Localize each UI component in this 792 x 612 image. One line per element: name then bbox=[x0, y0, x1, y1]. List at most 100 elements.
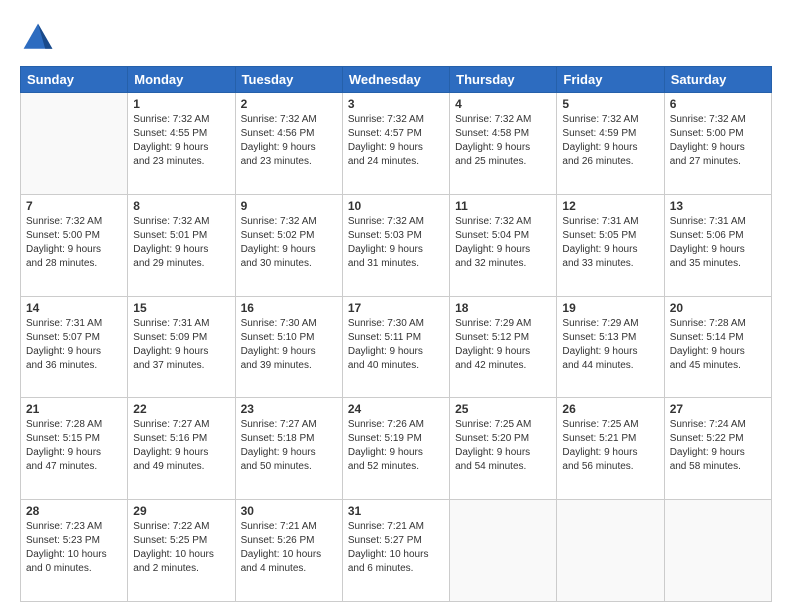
header-day: Wednesday bbox=[342, 67, 449, 93]
cell-content: Sunrise: 7:25 AMSunset: 5:20 PMDaylight:… bbox=[455, 418, 551, 474]
cell-content: Sunrise: 7:28 AMSunset: 5:14 PMDaylight:… bbox=[670, 317, 766, 373]
day-number: 23 bbox=[241, 402, 337, 416]
calendar-cell: 14 Sunrise: 7:31 AMSunset: 5:07 PMDayligh… bbox=[21, 296, 128, 398]
week-row: 1 Sunrise: 7:32 AMSunset: 4:55 PMDaylight… bbox=[21, 93, 772, 195]
cell-content: Sunrise: 7:32 AMSunset: 5:03 PMDaylight:… bbox=[348, 215, 444, 271]
header bbox=[20, 20, 772, 56]
calendar-cell: 3Sunrise: 7:32 AMSunset: 4:57 PMDaylight… bbox=[342, 93, 449, 195]
header-row: SundayMondayTuesdayWednesdayThursdayFrid… bbox=[21, 67, 772, 93]
cell-content: Sunrise: 7:29 AMSunset: 5:12 PMDaylight:… bbox=[455, 317, 551, 373]
day-number: 25 bbox=[455, 402, 551, 416]
calendar-cell: 24 Sunrise: 7:26 AMSunset: 5:19 PMDayligh… bbox=[342, 398, 449, 500]
day-number: 30 bbox=[241, 504, 337, 518]
day-number: 10 bbox=[348, 199, 444, 213]
page: SundayMondayTuesdayWednesdayThursdayFrid… bbox=[0, 0, 792, 612]
day-number: 13 bbox=[670, 199, 766, 213]
cell-content: Sunrise: 7:27 AMSunset: 5:18 PMDaylight:… bbox=[241, 418, 337, 474]
calendar-cell: 9 Sunrise: 7:32 AMSunset: 5:02 PMDaylight… bbox=[235, 194, 342, 296]
calendar-cell: 17Sunrise: 7:30 AMSunset: 5:11 PMDayligh… bbox=[342, 296, 449, 398]
header-day: Sunday bbox=[21, 67, 128, 93]
day-number: 21 bbox=[26, 402, 122, 416]
calendar-cell: 19 Sunrise: 7:29 AMSunset: 5:13 PMDayligh… bbox=[557, 296, 664, 398]
cell-content: Sunrise: 7:25 AMSunset: 5:21 PMDaylight:… bbox=[562, 418, 658, 474]
cell-content: Sunrise: 7:31 AMSunset: 5:09 PMDaylight:… bbox=[133, 317, 229, 373]
day-number: 20 bbox=[670, 301, 766, 315]
day-number: 7 bbox=[26, 199, 122, 213]
cell-content: Sunrise: 7:30 AMSunset: 5:10 PMDaylight:… bbox=[241, 317, 337, 373]
day-number: 2 bbox=[241, 97, 337, 111]
day-number: 6 bbox=[670, 97, 766, 111]
calendar-cell: 11 Sunrise: 7:32 AMSunset: 5:04 PMDayligh… bbox=[450, 194, 557, 296]
cell-content: Sunrise: 7:32 AMSunset: 5:00 PMDaylight:… bbox=[670, 113, 766, 169]
day-number: 11 bbox=[455, 199, 551, 213]
cell-content: Sunrise: 7:32 AMSunset: 5:02 PMDaylight:… bbox=[241, 215, 337, 271]
calendar-cell bbox=[557, 500, 664, 602]
cell-content: Sunrise: 7:32 AMSunset: 5:01 PMDaylight:… bbox=[133, 215, 229, 271]
week-row: 14 Sunrise: 7:31 AMSunset: 5:07 PMDayligh… bbox=[21, 296, 772, 398]
calendar-cell: 12 Sunrise: 7:31 AMSunset: 5:05 PMDayligh… bbox=[557, 194, 664, 296]
cell-content: Sunrise: 7:31 AMSunset: 5:06 PMDaylight:… bbox=[670, 215, 766, 271]
day-number: 14 bbox=[26, 301, 122, 315]
cell-content: Sunrise: 7:30 AMSunset: 5:11 PMDaylight:… bbox=[348, 317, 444, 373]
logo bbox=[20, 20, 60, 56]
header-day: Monday bbox=[128, 67, 235, 93]
day-number: 27 bbox=[670, 402, 766, 416]
day-number: 8 bbox=[133, 199, 229, 213]
day-number: 22 bbox=[133, 402, 229, 416]
cell-content: Sunrise: 7:21 AMSunset: 5:26 PMDaylight:… bbox=[241, 520, 337, 576]
calendar-cell: 21 Sunrise: 7:28 AMSunset: 5:15 PMDayligh… bbox=[21, 398, 128, 500]
calendar-cell bbox=[664, 500, 771, 602]
calendar-cell: 30 Sunrise: 7:21 AMSunset: 5:26 PMDayligh… bbox=[235, 500, 342, 602]
day-number: 26 bbox=[562, 402, 658, 416]
cell-content: Sunrise: 7:27 AMSunset: 5:16 PMDaylight:… bbox=[133, 418, 229, 474]
calendar-cell: 15Sunrise: 7:31 AMSunset: 5:09 PMDayligh… bbox=[128, 296, 235, 398]
cell-content: Sunrise: 7:29 AMSunset: 5:13 PMDaylight:… bbox=[562, 317, 658, 373]
header-day: Friday bbox=[557, 67, 664, 93]
cell-content: Sunrise: 7:28 AMSunset: 5:15 PMDaylight:… bbox=[26, 418, 122, 474]
day-number: 1 bbox=[133, 97, 229, 111]
week-row: 21 Sunrise: 7:28 AMSunset: 5:15 PMDayligh… bbox=[21, 398, 772, 500]
calendar-cell: 22 Sunrise: 7:27 AMSunset: 5:16 PMDayligh… bbox=[128, 398, 235, 500]
cell-content: Sunrise: 7:32 AMSunset: 4:55 PMDaylight:… bbox=[133, 113, 229, 169]
calendar-cell: 13 Sunrise: 7:31 AMSunset: 5:06 PMDayligh… bbox=[664, 194, 771, 296]
cell-content: Sunrise: 7:32 AMSunset: 5:00 PMDaylight:… bbox=[26, 215, 122, 271]
cell-content: Sunrise: 7:21 AMSunset: 5:27 PMDaylight:… bbox=[348, 520, 444, 576]
cell-content: Sunrise: 7:32 AMSunset: 4:56 PMDaylight:… bbox=[241, 113, 337, 169]
cell-content: Sunrise: 7:26 AMSunset: 5:19 PMDaylight:… bbox=[348, 418, 444, 474]
calendar-cell: 31 Sunrise: 7:21 AMSunset: 5:27 PMDayligh… bbox=[342, 500, 449, 602]
calendar-cell: 29Sunrise: 7:22 AMSunset: 5:25 PMDayligh… bbox=[128, 500, 235, 602]
calendar-cell bbox=[450, 500, 557, 602]
header-day: Thursday bbox=[450, 67, 557, 93]
day-number: 31 bbox=[348, 504, 444, 518]
calendar-cell: 7 Sunrise: 7:32 AMSunset: 5:00 PMDaylight… bbox=[21, 194, 128, 296]
cell-content: Sunrise: 7:31 AMSunset: 5:07 PMDaylight:… bbox=[26, 317, 122, 373]
cell-content: Sunrise: 7:32 AMSunset: 5:04 PMDaylight:… bbox=[455, 215, 551, 271]
calendar-cell: 26 Sunrise: 7:25 AMSunset: 5:21 PMDayligh… bbox=[557, 398, 664, 500]
calendar-table: SundayMondayTuesdayWednesdayThursdayFrid… bbox=[20, 66, 772, 602]
day-number: 18 bbox=[455, 301, 551, 315]
calendar-cell: 8 Sunrise: 7:32 AMSunset: 5:01 PMDaylight… bbox=[128, 194, 235, 296]
calendar-cell: 28Sunrise: 7:23 AMSunset: 5:23 PMDayligh… bbox=[21, 500, 128, 602]
calendar-cell: 23 Sunrise: 7:27 AMSunset: 5:18 PMDayligh… bbox=[235, 398, 342, 500]
day-number: 3 bbox=[348, 97, 444, 111]
calendar-cell: 10 Sunrise: 7:32 AMSunset: 5:03 PMDayligh… bbox=[342, 194, 449, 296]
cell-content: Sunrise: 7:23 AMSunset: 5:23 PMDaylight:… bbox=[26, 520, 122, 576]
cell-content: Sunrise: 7:31 AMSunset: 5:05 PMDaylight:… bbox=[562, 215, 658, 271]
day-number: 4 bbox=[455, 97, 551, 111]
calendar-cell: 6 Sunrise: 7:32 AMSunset: 5:00 PMDaylight… bbox=[664, 93, 771, 195]
day-number: 16 bbox=[241, 301, 337, 315]
cell-content: Sunrise: 7:24 AMSunset: 5:22 PMDaylight:… bbox=[670, 418, 766, 474]
calendar-cell: 16 Sunrise: 7:30 AMSunset: 5:10 PMDayligh… bbox=[235, 296, 342, 398]
day-number: 5 bbox=[562, 97, 658, 111]
calendar-cell: 27 Sunrise: 7:24 AMSunset: 5:22 PMDayligh… bbox=[664, 398, 771, 500]
calendar-cell: 5Sunrise: 7:32 AMSunset: 4:59 PMDaylight… bbox=[557, 93, 664, 195]
calendar-cell: 18 Sunrise: 7:29 AMSunset: 5:12 PMDayligh… bbox=[450, 296, 557, 398]
day-number: 24 bbox=[348, 402, 444, 416]
day-number: 9 bbox=[241, 199, 337, 213]
day-number: 12 bbox=[562, 199, 658, 213]
cell-content: Sunrise: 7:22 AMSunset: 5:25 PMDaylight:… bbox=[133, 520, 229, 576]
calendar-cell bbox=[21, 93, 128, 195]
day-number: 19 bbox=[562, 301, 658, 315]
header-day: Saturday bbox=[664, 67, 771, 93]
week-row: 7 Sunrise: 7:32 AMSunset: 5:00 PMDaylight… bbox=[21, 194, 772, 296]
